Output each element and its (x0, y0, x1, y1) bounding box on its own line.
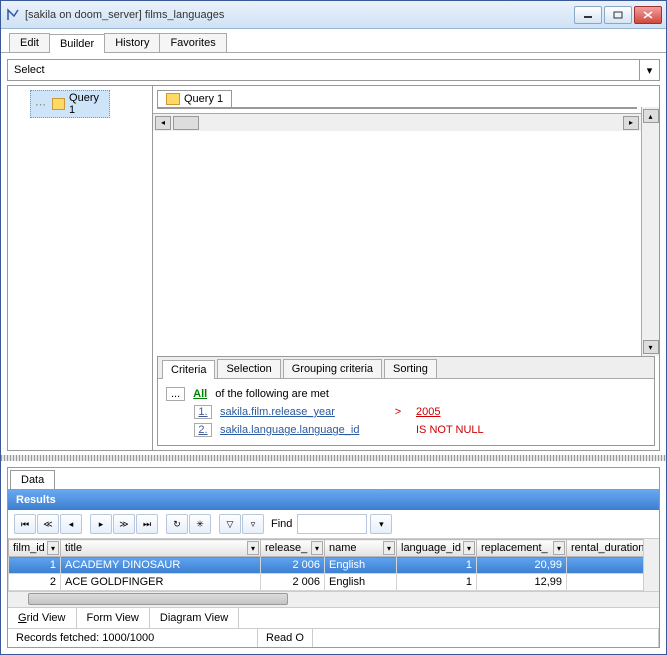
results-header: Results (8, 489, 659, 510)
diagram-canvas[interactable]: sakila.film _ × film_id title release_ye… (157, 107, 637, 109)
tree-dots-icon: ⋯ (35, 98, 46, 111)
tab-favorites[interactable]: Favorites (159, 33, 226, 52)
scroll-up-icon[interactable]: ▴ (643, 109, 659, 123)
add-button[interactable]: ✳ (189, 514, 211, 534)
nav-next-button[interactable]: ▸ (90, 514, 112, 534)
criteria-text: of the following are met (215, 388, 329, 400)
criteria-tab-sorting[interactable]: Sorting (384, 359, 437, 378)
criteria-field-link[interactable]: sakila.language.language_id (220, 424, 380, 436)
query-tree-item[interactable]: ⋯ Query 1 (30, 90, 110, 118)
data-tab[interactable]: Data (10, 470, 55, 489)
tab-builder[interactable]: Builder (49, 34, 105, 53)
criteria-options-button[interactable]: ... (166, 387, 185, 401)
find-input[interactable] (297, 514, 367, 534)
app-icon (5, 7, 21, 23)
scroll-left-icon[interactable]: ◂ (155, 116, 171, 130)
criteria-tab-selection[interactable]: Selection (217, 359, 280, 378)
window-title: [sakila on doom_server] films_languages (25, 9, 574, 21)
criteria-tab-criteria[interactable]: Criteria (162, 360, 215, 379)
criteria-value-link[interactable]: 2005 (416, 406, 440, 418)
grid-vscrollbar[interactable] (643, 539, 659, 591)
status-records: Records fetched: 1000/1000 (8, 629, 258, 647)
titlebar[interactable]: [sakila on doom_server] films_languages (1, 1, 666, 29)
form-view-button[interactable]: Form View (77, 608, 150, 628)
select-label: Select (8, 64, 639, 76)
nav-prev-button[interactable]: ◂ (60, 514, 82, 534)
grid-hscrollbar[interactable] (8, 591, 659, 607)
results-toolbar: ⏮ ≪ ◂ ▸ ≫ ⏭ ↻ ✳ ▽ ▿ Find ▾ (8, 510, 659, 539)
criteria-tabstrip: Criteria Selection Grouping criteria Sor… (158, 357, 654, 379)
scroll-down-icon[interactable]: ▾ (643, 340, 659, 354)
horizontal-splitter[interactable] (1, 455, 666, 461)
query-tree-label: Query 1 (69, 92, 105, 116)
status-bar: Records fetched: 1000/1000 Read O (8, 628, 659, 647)
query-tree[interactable]: ⋯ Query 1 (7, 85, 153, 451)
col-menu-icon[interactable]: ▾ (553, 541, 565, 555)
select-bar: Select ▾ (7, 59, 660, 81)
scroll-right-icon[interactable]: ▸ (623, 116, 639, 130)
col-menu-icon[interactable]: ▾ (463, 541, 475, 555)
query-icon (52, 98, 65, 110)
col-header-replacement[interactable]: replacement_▾ (477, 540, 567, 557)
scroll-thumb[interactable] (173, 116, 199, 130)
delete-button[interactable]: ▽ (219, 514, 241, 534)
criteria-field-link[interactable]: sakila.film.release_year (220, 406, 380, 418)
builder-tab-label: Query 1 (184, 93, 223, 105)
criteria-row-index[interactable]: 2. (194, 423, 212, 437)
find-label: Find (271, 518, 292, 530)
canvas-hscrollbar[interactable]: ◂ ▸ (153, 113, 641, 131)
col-menu-icon[interactable]: ▾ (47, 541, 59, 555)
tab-history[interactable]: History (104, 33, 160, 52)
criteria-tab-grouping[interactable]: Grouping criteria (283, 359, 382, 378)
grid-view-button[interactable]: Grid View (8, 608, 77, 628)
canvas-vscrollbar[interactable]: ▴ ▾ (641, 107, 659, 356)
main-tabstrip: Edit Builder History Favorites (1, 29, 666, 53)
nav-nextpage-button[interactable]: ≫ (113, 514, 135, 534)
criteria-op[interactable]: > (388, 406, 408, 418)
status-mode: Read O (258, 629, 313, 647)
builder-tab-query1[interactable]: Query 1 (157, 90, 232, 107)
table-row[interactable]: 1 ACADEMY DINOSAUR 2 006 English 1 20,99 (9, 557, 659, 574)
criteria-body: ... All of the following are met 1. saki… (158, 379, 654, 445)
select-dropdown-icon[interactable]: ▾ (639, 60, 659, 80)
col-header-release[interactable]: release_▾ (261, 540, 325, 557)
filter-button[interactable]: ▿ (242, 514, 264, 534)
nav-first-button[interactable]: ⏮ (14, 514, 36, 534)
find-dropdown-button[interactable]: ▾ (370, 514, 392, 534)
maximize-button[interactable] (604, 6, 632, 24)
criteria-all-link[interactable]: All (193, 388, 207, 400)
col-menu-icon[interactable]: ▾ (311, 541, 323, 555)
col-header-film-id[interactable]: film_id▾ (9, 540, 61, 557)
scroll-thumb[interactable] (28, 593, 288, 605)
diagram-view-button[interactable]: Diagram View (150, 608, 239, 628)
col-header-language-id[interactable]: language_id▾ (397, 540, 477, 557)
table-row[interactable]: 2 ACE GOLDFINGER 2 006 English 1 12,99 (9, 574, 659, 591)
col-menu-icon[interactable]: ▾ (383, 541, 395, 555)
close-button[interactable] (634, 6, 662, 24)
query-icon (166, 93, 180, 105)
results-grid[interactable]: film_id▾ title▾ release_▾ name▾ language… (8, 539, 659, 591)
refresh-button[interactable]: ↻ (166, 514, 188, 534)
nav-prevpage-button[interactable]: ≪ (37, 514, 59, 534)
status-empty (313, 629, 659, 647)
criteria-op[interactable]: IS NOT NULL (416, 424, 484, 436)
nav-last-button[interactable]: ⏭ (136, 514, 158, 534)
col-header-name[interactable]: name▾ (325, 540, 397, 557)
tab-edit[interactable]: Edit (9, 33, 50, 52)
criteria-row-index[interactable]: 1. (194, 405, 212, 419)
col-menu-icon[interactable]: ▾ (247, 541, 259, 555)
minimize-button[interactable] (574, 6, 602, 24)
col-header-title[interactable]: title▾ (61, 540, 261, 557)
